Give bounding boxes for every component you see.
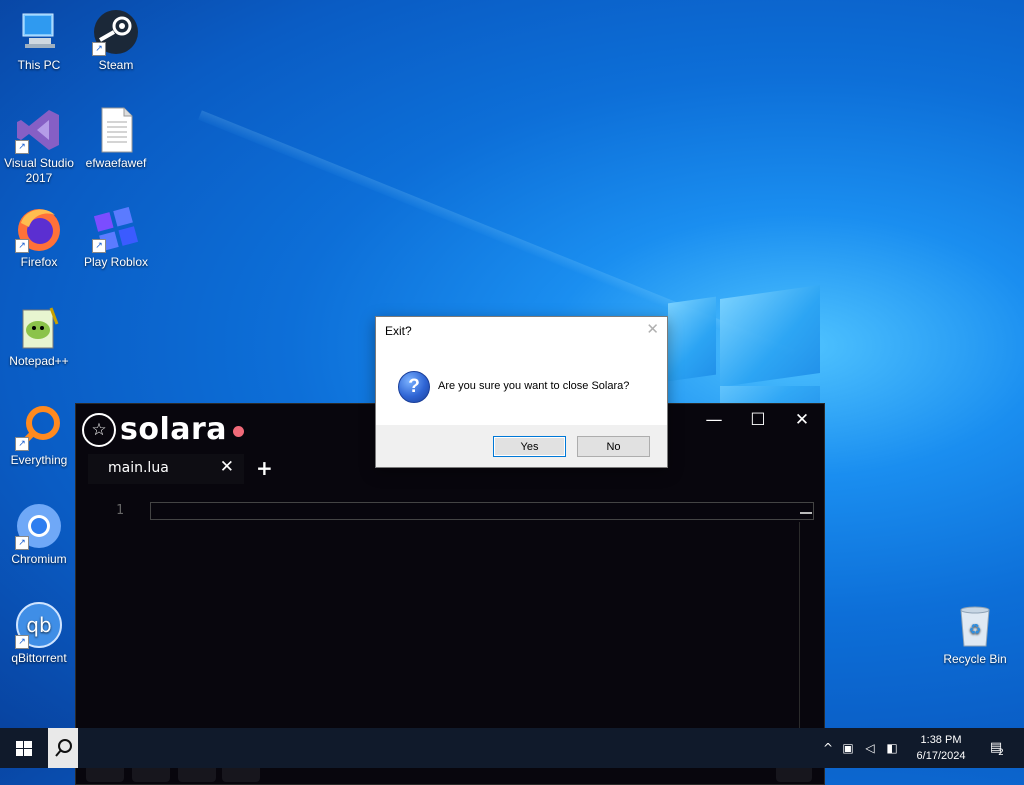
tab-main-lua[interactable]: main.lua ✕: [88, 454, 244, 484]
status-dot: [233, 426, 245, 437]
tab-label: main.lua: [108, 460, 169, 476]
desktop-icon-visual-studio[interactable]: ↗ Visual Studio 2017: [0, 106, 78, 186]
close-button[interactable]: ✕: [780, 404, 824, 436]
clock[interactable]: 1:38 PM 6/17/2024: [905, 732, 977, 764]
shortcut-arrow-icon: ↗: [92, 239, 106, 253]
minimize-button[interactable]: —: [692, 404, 736, 436]
tray-chevron-icon[interactable]: ^: [820, 740, 836, 756]
desktop-icon-notepad-plus-plus[interactable]: Notepad++: [0, 304, 78, 369]
tab-close-icon[interactable]: ✕: [220, 457, 234, 477]
desktop-icon-chromium[interactable]: ↗ Chromium: [0, 502, 78, 567]
windows-logo-icon: [16, 741, 32, 756]
dialog-message: Are you sure you want to close Solara?: [438, 380, 630, 392]
desktop-icon-recycle-bin[interactable]: ♻ Recycle Bin: [936, 602, 1014, 667]
shortcut-arrow-icon: ↗: [15, 635, 29, 649]
roblox-icon: ↗: [92, 205, 140, 253]
star-logo-icon: ☆: [82, 412, 116, 447]
desktop-icon-efwaefawef[interactable]: efwaefawef: [77, 106, 155, 171]
svg-text:qb: qb: [26, 613, 51, 637]
shortcut-arrow-icon: ↗: [92, 42, 106, 56]
clock-date: 6/17/2024: [916, 750, 966, 762]
volume-muted-icon[interactable]: ◁: [862, 740, 878, 756]
exit-dialog[interactable]: Exit? ✕ ? Are you sure you want to close…: [375, 316, 668, 468]
desktop-icon-label: Recycle Bin: [943, 652, 1007, 666]
line-number: 1: [116, 503, 124, 518]
question-icon: ?: [398, 371, 430, 403]
dialog-footer: Yes No: [376, 425, 667, 467]
computer-icon: [15, 8, 63, 56]
yes-button[interactable]: Yes: [493, 436, 566, 457]
maximize-button[interactable]: ☐: [736, 404, 780, 436]
shortcut-arrow-icon: ↗: [15, 140, 29, 154]
qbittorrent-icon: qb ↗: [15, 601, 63, 649]
recycle-bin-icon: ♻: [951, 602, 999, 650]
desktop-icon-label: Firefox: [20, 255, 58, 269]
security-icon[interactable]: ◧: [884, 740, 900, 756]
start-button[interactable]: [0, 728, 48, 768]
search-button[interactable]: [48, 728, 78, 768]
desktop-icon-qbittorrent[interactable]: qb ↗ qBittorrent: [0, 601, 78, 666]
desktop-icon-firefox[interactable]: ↗ Firefox: [0, 205, 78, 270]
search-icon: [55, 739, 72, 757]
scrollbar-thumb[interactable]: [800, 512, 812, 514]
visual-studio-icon: ↗: [15, 106, 63, 154]
desktop-icon-label: Play Roblox: [83, 255, 149, 269]
desktop-icon-steam[interactable]: ↗ Steam: [77, 8, 155, 73]
shortcut-arrow-icon: ↗: [15, 239, 29, 253]
app-name: solara: [120, 412, 228, 447]
dialog-title: Exit?: [385, 324, 412, 338]
taskbar: ^ ▣ ◁ ◧ 1:38 PM 6/17/2024 ▤ 2: [0, 728, 1024, 768]
solara-brand: ☆ solara: [82, 412, 245, 447]
notepad-plus-plus-icon: [15, 304, 63, 352]
everything-search-icon: ↗: [15, 403, 63, 451]
notification-count-badge: 2: [998, 748, 1004, 758]
desktop-icon-label: Everything: [10, 453, 68, 467]
desktop-icon-label: efwaefawef: [85, 156, 147, 170]
desktop-icon-label: This PC: [17, 58, 61, 72]
dialog-close-button[interactable]: ✕: [646, 320, 659, 338]
desktop-icon-label: Notepad++: [9, 354, 69, 368]
network-icon[interactable]: ▣: [840, 740, 856, 756]
add-tab-button[interactable]: +: [256, 456, 273, 480]
shortcut-arrow-icon: ↗: [15, 437, 29, 451]
wallpaper-logo-pane: [720, 284, 820, 388]
steam-icon: ↗: [92, 8, 140, 56]
code-editor-input[interactable]: [150, 502, 814, 520]
desktop-icon-play-roblox[interactable]: ↗ Play Roblox: [77, 205, 155, 270]
desktop-icon-everything[interactable]: ↗ Everything: [0, 403, 78, 468]
text-file-icon: [92, 106, 140, 154]
desktop-icon-label: qBittorrent: [11, 651, 67, 665]
desktop-icon-label: Steam: [98, 58, 134, 72]
firefox-icon: ↗: [15, 205, 63, 253]
svg-text:♻: ♻: [969, 622, 982, 638]
chromium-icon: ↗: [15, 502, 63, 550]
wallpaper-logo-pane: [668, 296, 716, 382]
shortcut-arrow-icon: ↗: [15, 536, 29, 550]
clock-time: 1:38 PM: [920, 734, 962, 746]
desktop-icon-this-pc[interactable]: This PC: [0, 8, 78, 73]
desktop-icon-label: Visual Studio 2017: [4, 156, 74, 185]
no-button[interactable]: No: [577, 436, 650, 457]
desktop-icon-label: Chromium: [11, 552, 67, 566]
